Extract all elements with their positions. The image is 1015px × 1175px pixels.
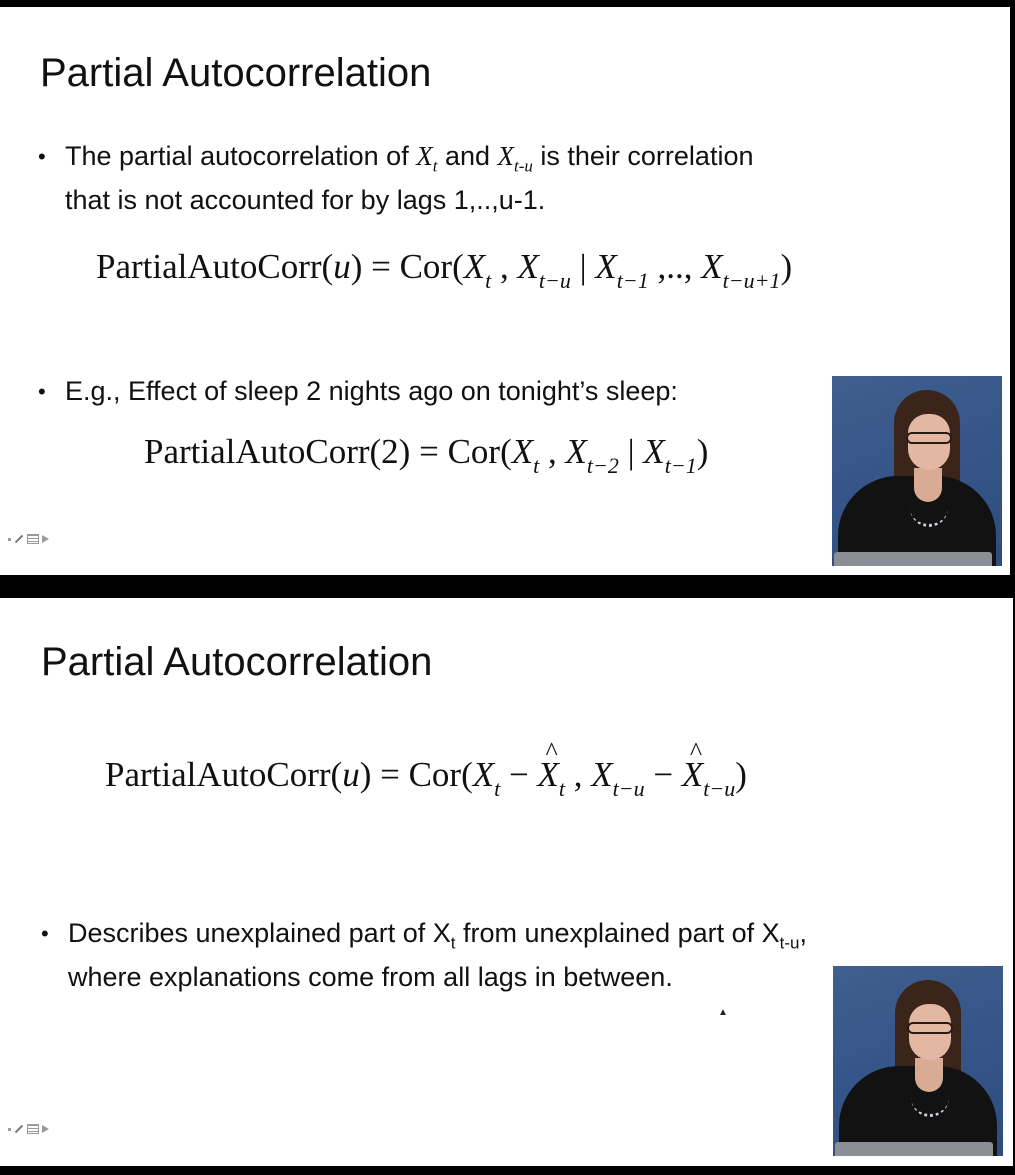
laptop xyxy=(835,1142,993,1156)
equation-partial-autocorr-residual: PartialAutoCorr(u) = Cor(Xt − Xt , Xt−u … xyxy=(105,737,747,800)
pen-icon[interactable] xyxy=(14,1124,24,1134)
slide-nav-toolbar xyxy=(8,534,49,544)
presenter-glasses xyxy=(907,1022,953,1034)
menu-icon[interactable] xyxy=(27,534,39,544)
equation-sleep-example: PartialAutoCorr(2) = Cor(Xt , Xt−2 | Xt−… xyxy=(144,432,709,478)
bullet-example: • E.g., Effect of sleep 2 nights ago on … xyxy=(38,374,678,409)
slide-nav-toolbar xyxy=(8,1124,49,1134)
laptop xyxy=(834,552,992,566)
arrow-right-icon[interactable] xyxy=(42,1125,49,1133)
nav-square-icon[interactable] xyxy=(8,537,11,541)
presenter-video xyxy=(832,376,1002,566)
nav-square-icon[interactable] xyxy=(8,1127,11,1131)
mouse-cursor-icon: ▲ xyxy=(718,1007,728,1018)
bullet-dot: • xyxy=(41,921,49,946)
menu-icon[interactable] xyxy=(27,1124,39,1134)
bullet-definition: • The partial autocorrelation of Xt and … xyxy=(38,141,754,216)
slide-1: Partial Autocorrelation • The partial au… xyxy=(0,7,1010,575)
presenter-video xyxy=(833,966,1003,1156)
slide-title: Partial Autocorrelation xyxy=(40,51,432,95)
arrow-right-icon[interactable] xyxy=(42,535,49,543)
slide-title: Partial Autocorrelation xyxy=(41,640,433,684)
bullet-description: • Describes unexplained part of Xt from … xyxy=(41,918,808,993)
equation-partial-autocorr-conditional: PartialAutoCorr(u) = Cor(Xt , Xt−u | Xt−… xyxy=(96,247,793,293)
slide-2: Partial Autocorrelation PartialAutoCorr(… xyxy=(0,598,1013,1166)
pen-icon[interactable] xyxy=(14,534,24,544)
presenter-glasses xyxy=(906,432,952,444)
bullet-dot: • xyxy=(38,144,46,169)
bullet-dot: • xyxy=(38,379,46,404)
